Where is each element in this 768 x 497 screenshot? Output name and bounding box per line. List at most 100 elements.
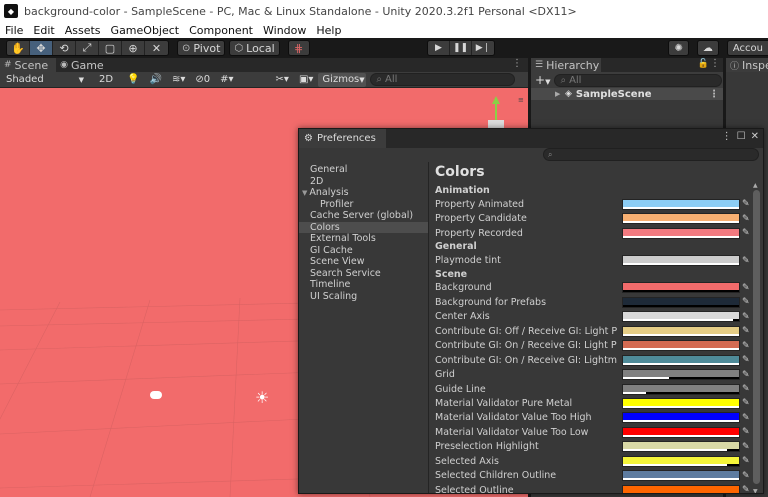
- menu-component[interactable]: Component: [184, 24, 258, 37]
- eyedropper-icon[interactable]: ✎: [742, 297, 750, 307]
- eyedropper-icon[interactable]: ✎: [742, 312, 750, 322]
- account-dropdown[interactable]: Accou: [726, 40, 768, 56]
- nav-item[interactable]: General: [299, 164, 428, 176]
- collab-icon[interactable]: ✺: [668, 40, 689, 56]
- hidden-objects-icon[interactable]: ⊘ 0: [192, 73, 213, 87]
- eyedropper-icon[interactable]: ✎: [742, 427, 750, 437]
- color-swatch[interactable]: [622, 282, 740, 294]
- scroll-up-icon[interactable]: ▲: [753, 182, 758, 189]
- menu-assets[interactable]: Assets: [60, 24, 106, 37]
- scale-tool-icon[interactable]: ⤢: [76, 41, 99, 55]
- color-swatch[interactable]: [622, 441, 740, 453]
- preferences-search-input[interactable]: ⌕: [543, 148, 759, 161]
- tab-preferences[interactable]: ⚙ Preferences: [299, 129, 386, 148]
- eyedropper-icon[interactable]: ✎: [742, 341, 750, 351]
- nav-item[interactable]: Colors: [299, 221, 428, 233]
- nav-item[interactable]: Scene View: [299, 256, 428, 268]
- nav-item[interactable]: Timeline: [299, 279, 428, 291]
- color-swatch[interactable]: [622, 213, 740, 225]
- color-swatch[interactable]: [622, 397, 740, 409]
- scroll-thumb[interactable]: [753, 190, 760, 484]
- step-icon[interactable]: ▶❘: [472, 41, 494, 55]
- eyedropper-icon[interactable]: ✎: [742, 228, 750, 238]
- maximize-icon[interactable]: ☐: [737, 131, 746, 142]
- tools-icon[interactable]: ✂▾: [273, 73, 292, 87]
- pivot-toggle[interactable]: ⊙ Pivot: [177, 40, 226, 56]
- local-toggle[interactable]: ⬡ Local: [229, 40, 280, 56]
- preferences-scrollbar[interactable]: ▲ ▼: [752, 162, 761, 493]
- audio-icon[interactable]: 🔊: [147, 73, 165, 87]
- scene-menu-icon[interactable]: ⋮: [709, 89, 719, 100]
- cloud-icon[interactable]: ☁: [696, 40, 719, 56]
- eyedropper-icon[interactable]: ✎: [742, 283, 750, 293]
- camera-icon[interactable]: ▣▾: [296, 73, 316, 87]
- rect-tool-icon[interactable]: ▢: [99, 41, 122, 55]
- nav-item[interactable]: Cache Server (global): [299, 210, 428, 222]
- expand-arrow-icon[interactable]: ▶: [555, 90, 560, 98]
- custom-tool-icon[interactable]: ✕: [145, 41, 168, 55]
- scroll-down-icon[interactable]: ▼: [753, 488, 758, 493]
- eyedropper-icon[interactable]: ✎: [742, 326, 750, 336]
- color-swatch[interactable]: [622, 383, 740, 395]
- eyedropper-icon[interactable]: ✎: [742, 355, 750, 365]
- play-icon[interactable]: ▶: [428, 41, 450, 55]
- eyedropper-icon[interactable]: ✎: [742, 256, 750, 266]
- hierarchy-menu-icon[interactable]: ⋮: [710, 58, 720, 69]
- expand-arrow-icon[interactable]: ▼: [302, 189, 307, 197]
- color-swatch[interactable]: [622, 311, 740, 323]
- rotate-tool-icon[interactable]: ⟲: [53, 41, 76, 55]
- color-swatch[interactable]: [622, 426, 740, 438]
- eyedropper-icon[interactable]: ✎: [742, 384, 750, 394]
- tab-hierarchy[interactable]: ☰ Hierarchy: [531, 58, 601, 72]
- eyedropper-icon[interactable]: ✎: [742, 471, 750, 481]
- nav-item[interactable]: ▼ Analysis: [299, 187, 428, 199]
- color-swatch[interactable]: [622, 455, 740, 467]
- nav-item[interactable]: Profiler: [299, 199, 428, 211]
- color-swatch[interactable]: [622, 369, 740, 381]
- lock-icon[interactable]: 🔓: [698, 59, 709, 69]
- pause-icon[interactable]: ❚❚: [450, 41, 472, 55]
- color-swatch[interactable]: [622, 340, 740, 352]
- nav-item[interactable]: UI Scaling: [299, 291, 428, 303]
- grid-snap-button[interactable]: ⋕: [287, 40, 310, 56]
- tab-game[interactable]: ◉ Game: [56, 58, 112, 72]
- lighting-icon[interactable]: 💡: [124, 73, 142, 87]
- color-swatch[interactable]: [622, 412, 740, 424]
- add-button[interactable]: +▼: [535, 73, 550, 87]
- color-swatch[interactable]: [622, 470, 740, 482]
- hierarchy-search-input[interactable]: ⌕ All: [554, 73, 723, 87]
- eyedropper-icon[interactable]: ✎: [742, 398, 750, 408]
- eyedropper-icon[interactable]: ✎: [742, 456, 750, 466]
- color-swatch[interactable]: [622, 255, 740, 267]
- menu-window[interactable]: Window: [258, 24, 311, 37]
- menu-file[interactable]: File: [0, 24, 28, 37]
- menu-icon[interactable]: ⋮: [722, 131, 732, 142]
- color-swatch[interactable]: [622, 354, 740, 366]
- menu-help[interactable]: Help: [311, 24, 346, 37]
- nav-item[interactable]: Search Service: [299, 268, 428, 280]
- move-tool-icon[interactable]: ✥: [30, 41, 53, 55]
- shading-mode-dropdown[interactable]: Shaded ▼: [2, 72, 88, 87]
- scene-row[interactable]: ▶ ◈ SampleScene ⋮: [531, 88, 723, 100]
- eyedropper-icon[interactable]: ✎: [742, 199, 750, 209]
- 2d-toggle[interactable]: 2D: [96, 73, 116, 87]
- color-swatch[interactable]: [622, 296, 740, 308]
- tab-inspector[interactable]: ⓘInspe: [726, 58, 768, 72]
- color-swatch[interactable]: [622, 198, 740, 210]
- transform-tool-icon[interactable]: ⊕: [122, 41, 145, 55]
- eyedropper-icon[interactable]: ✎: [742, 442, 750, 452]
- eyedropper-icon[interactable]: ✎: [742, 214, 750, 224]
- menu-edit[interactable]: Edit: [28, 24, 59, 37]
- nav-item[interactable]: GI Cache: [299, 245, 428, 257]
- color-swatch[interactable]: [622, 484, 740, 493]
- tab-scene[interactable]: # Scene: [0, 58, 57, 72]
- gizmos-dropdown[interactable]: Gizmos ▼: [318, 72, 367, 87]
- close-icon[interactable]: ✕: [751, 131, 759, 142]
- nav-item[interactable]: 2D: [299, 176, 428, 188]
- scene-search-input[interactable]: ⌕ All: [370, 73, 516, 86]
- color-swatch[interactable]: [622, 227, 740, 239]
- tab-menu-icon[interactable]: ⋮: [512, 58, 522, 69]
- menu-gameobject[interactable]: GameObject: [106, 24, 185, 37]
- grid-toggle-icon[interactable]: #▾: [217, 73, 236, 87]
- effects-icon[interactable]: ≋▾: [169, 73, 188, 87]
